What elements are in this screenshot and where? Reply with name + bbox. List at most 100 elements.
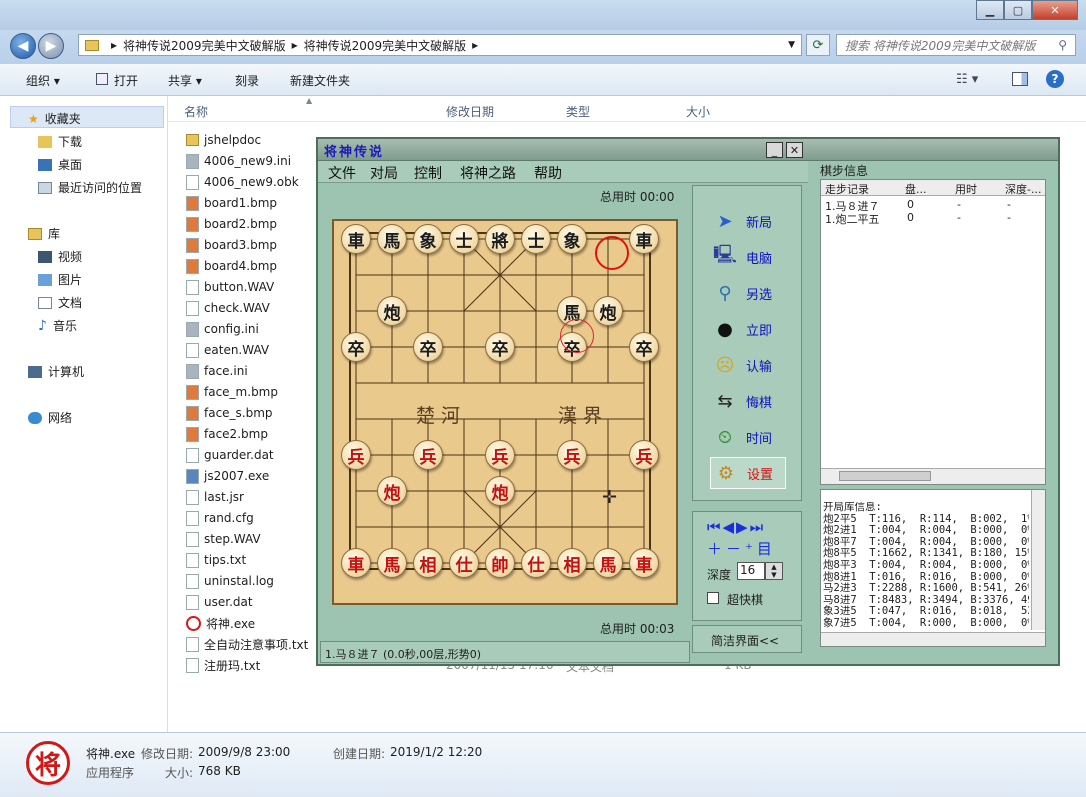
chess-piece[interactable]: 將 <box>485 224 515 254</box>
share-button[interactable]: 共享 ▾ <box>168 72 202 89</box>
chess-piece[interactable]: 兵 <box>557 440 587 470</box>
chess-piece[interactable]: 炮 <box>377 476 407 506</box>
chess-piece[interactable]: 馬 <box>593 548 623 578</box>
search-input[interactable]: 搜索 将神传说2009完美中文破解版 ⚲ <box>836 34 1076 56</box>
move-nav-icons[interactable]: ⏮◀▶⏭ <box>707 518 765 536</box>
chess-piece[interactable]: 象 <box>557 224 587 254</box>
refresh-button[interactable]: ⟳ <box>806 34 830 56</box>
chess-piece[interactable]: 車 <box>341 548 371 578</box>
file-row[interactable]: jshelpdoc <box>186 130 316 150</box>
chess-piece[interactable]: 仕 <box>521 548 551 578</box>
file-row[interactable]: face_m.bmp <box>186 382 316 402</box>
file-row[interactable]: guarder.dat <box>186 445 316 465</box>
chess-piece[interactable]: 車 <box>629 224 659 254</box>
file-row[interactable]: board3.bmp <box>186 235 316 255</box>
file-row[interactable]: face2.bmp <box>186 424 316 444</box>
file-row[interactable]: eaten.WAV <box>186 340 316 360</box>
resign-button[interactable]: ☹ 认输 <box>710 349 786 381</box>
file-row[interactable]: user.dat <box>186 592 316 612</box>
file-row[interactable]: board2.bmp <box>186 214 316 234</box>
back-button[interactable]: ◀ <box>10 33 36 59</box>
fast-checkbox[interactable] <box>707 592 719 604</box>
file-row[interactable]: tips.txt <box>186 550 316 570</box>
chess-piece[interactable]: 士 <box>449 224 479 254</box>
game-window[interactable]: 将神传说 _ ✕ 文件 对局 控制 将神之路 帮助 总用时 00:00 总用时 … <box>316 137 1060 666</box>
moves-col-time[interactable]: 用时 <box>955 181 977 197</box>
column-date[interactable]: 修改日期 <box>446 103 494 120</box>
sidebar-item-documents[interactable]: 文档 <box>38 294 82 311</box>
view-options-icon[interactable]: ☷ ▾ <box>956 72 978 87</box>
immediate-button[interactable]: ● 立即 <box>710 313 786 345</box>
reselect-button[interactable]: ⚲ 另选 <box>710 277 786 309</box>
address-bar[interactable]: ▸ 将神传说2009完美中文破解版 ▸ 将神传说2009完美中文破解版 ▸ ▼ <box>78 34 802 56</box>
depth-input[interactable]: 16 <box>737 562 765 580</box>
opening-book-panel[interactable]: 开局库信息: 炮2平5 T:116, R:114, B:002, 1% 炮2进1… <box>820 489 1046 647</box>
scroll-thumb[interactable] <box>839 471 931 481</box>
opening-hscrollbar[interactable] <box>821 632 1045 646</box>
close-button[interactable]: ✕ <box>1032 0 1078 20</box>
chess-board[interactable]: 楚河 漢界 車馬象士將士象車炮馬炮卒卒卒卒卒兵兵兵兵兵炮炮車馬相仕帥仕相馬車 ✛ <box>332 219 678 605</box>
column-type[interactable]: 类型 <box>566 103 590 120</box>
chess-piece[interactable]: 卒 <box>485 332 515 362</box>
file-row[interactable]: 4006_new9.ini <box>186 151 316 171</box>
chess-piece[interactable]: 炮 <box>485 476 515 506</box>
sidebar-item-libraries[interactable]: 库 <box>28 225 60 242</box>
chess-piece[interactable]: 兵 <box>413 440 443 470</box>
sidebar-item-desktop[interactable]: 桌面 <box>38 156 82 173</box>
chess-piece[interactable]: 卒 <box>629 332 659 362</box>
column-name[interactable]: 名称 <box>184 103 208 120</box>
chess-piece[interactable]: 兵 <box>341 440 371 470</box>
file-row[interactable]: step.WAV <box>186 529 316 549</box>
edit-nav-icons[interactable]: ＋－⁺目 <box>707 538 776 559</box>
chess-piece[interactable]: 馬 <box>377 224 407 254</box>
file-row[interactable]: face.ini <box>186 361 316 381</box>
game-close-button[interactable]: ✕ <box>786 142 803 158</box>
file-row[interactable]: js2007.exe <box>186 466 316 486</box>
chess-piece[interactable]: 車 <box>341 224 371 254</box>
minimize-button[interactable]: ▁ <box>976 0 1004 20</box>
sidebar-item-pictures[interactable]: 图片 <box>38 271 82 288</box>
chess-piece[interactable]: 車 <box>629 548 659 578</box>
file-row[interactable]: 4006_new9.obk <box>186 172 316 192</box>
file-row[interactable]: board1.bmp <box>186 193 316 213</box>
forward-button[interactable]: ▶ <box>38 33 64 59</box>
sidebar-item-music[interactable]: ♪ 音乐 <box>38 317 77 334</box>
undo-button[interactable]: ⇆ 悔棋 <box>710 385 786 417</box>
file-row[interactable]: check.WAV <box>186 298 316 318</box>
opening-vscrollbar[interactable] <box>1031 490 1045 630</box>
file-row[interactable]: rand.cfg <box>186 508 316 528</box>
breadcrumb-item-2[interactable]: 将神传说2009完美中文破解版 <box>304 37 467 54</box>
file-row[interactable]: last.jsr <box>186 487 316 507</box>
depth-stepper[interactable]: ▲ ▼ <box>765 562 783 580</box>
computer-button[interactable]: 🖳 电脑 <box>710 241 786 273</box>
new-folder-button[interactable]: 新建文件夹 <box>290 72 350 89</box>
sidebar-item-recent[interactable]: 最近访问的位置 <box>38 179 142 196</box>
chess-piece[interactable]: 炮 <box>593 296 623 326</box>
chess-piece[interactable]: 炮 <box>377 296 407 326</box>
chess-piece[interactable]: 象 <box>413 224 443 254</box>
chevron-down-icon[interactable]: ▼ <box>788 40 795 50</box>
file-row[interactable]: config.ini <box>186 319 316 339</box>
chess-piece[interactable]: 馬 <box>377 548 407 578</box>
maximize-button[interactable]: ▢ <box>1004 0 1032 20</box>
chess-piece[interactable]: 相 <box>413 548 443 578</box>
simple-ui-button[interactable]: 简洁界面<< <box>692 625 802 653</box>
search-icon[interactable]: ⚲ <box>1058 38 1067 52</box>
chess-piece[interactable]: 兵 <box>629 440 659 470</box>
settings-button[interactable]: ⚙ 设置 <box>710 457 786 489</box>
chess-piece[interactable]: 卒 <box>341 332 371 362</box>
moves-hscrollbar[interactable] <box>821 468 1045 484</box>
chess-piece[interactable]: 仕 <box>449 548 479 578</box>
new-game-button[interactable]: ➤ 新局 <box>710 205 786 237</box>
file-row[interactable]: face_s.bmp <box>186 403 316 423</box>
preview-pane-icon[interactable] <box>1012 72 1028 86</box>
chess-piece[interactable]: 卒 <box>413 332 443 362</box>
burn-button[interactable]: 刻录 <box>235 72 259 89</box>
sidebar-item-network[interactable]: 网络 <box>28 409 72 426</box>
sidebar-item-downloads[interactable]: 下载 <box>38 133 82 150</box>
game-menu-file[interactable]: 文件 <box>328 163 356 183</box>
file-row[interactable]: uninstal.log <box>186 571 316 591</box>
column-size[interactable]: 大小 <box>686 103 710 120</box>
chess-piece[interactable]: 士 <box>521 224 551 254</box>
game-minimize-button[interactable]: _ <box>766 142 783 158</box>
